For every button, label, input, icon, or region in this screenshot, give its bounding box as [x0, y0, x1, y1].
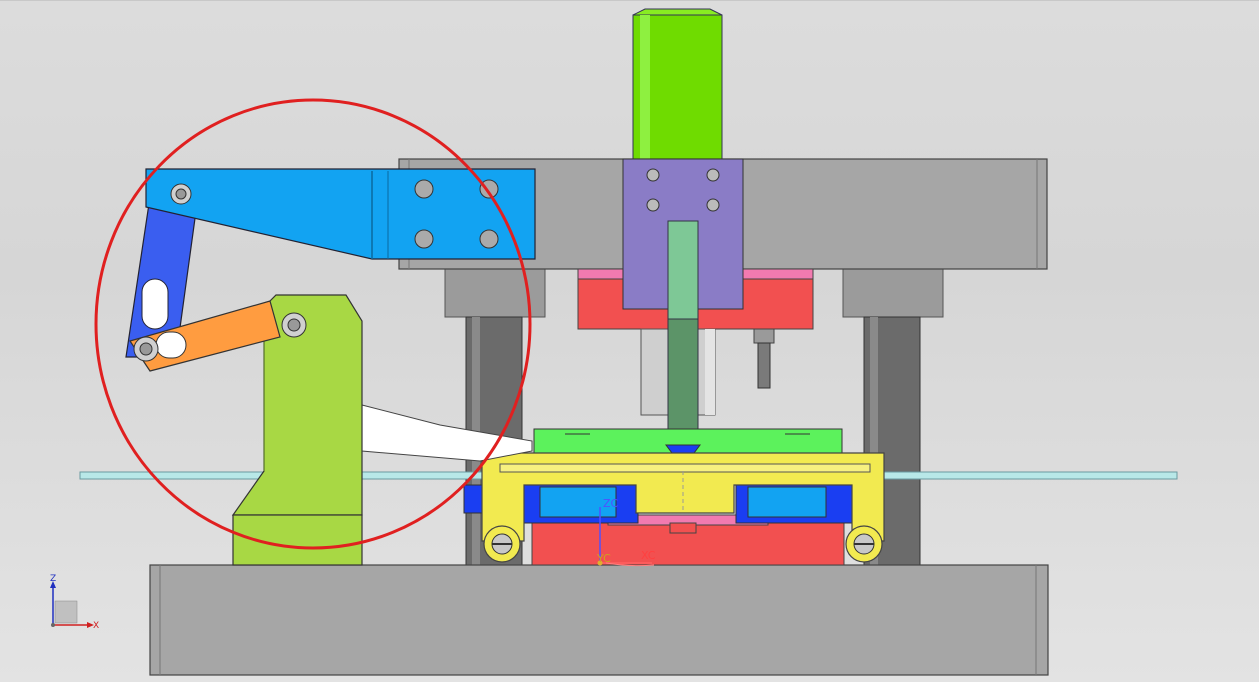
upper-shank[interactable] [632, 8, 723, 164]
wcs-z-label: ZC [603, 497, 619, 510]
triad-x-label: X [93, 621, 99, 631]
punch[interactable] [667, 220, 699, 438]
cam-arm[interactable] [145, 168, 536, 260]
wcs-y-label: YC [596, 552, 611, 565]
graphics-window[interactable]: ZC YC XC Z X [0, 0, 1259, 682]
triad-z-label: Z [50, 574, 56, 584]
view-triad-icon[interactable]: Z X [40, 569, 110, 639]
wcs-x-label: XC [641, 549, 656, 562]
lower-die-plate[interactable] [149, 564, 1049, 676]
pilot-pin[interactable] [753, 328, 775, 389]
cad-model-view[interactable]: ZC YC XC [0, 1, 1259, 683]
